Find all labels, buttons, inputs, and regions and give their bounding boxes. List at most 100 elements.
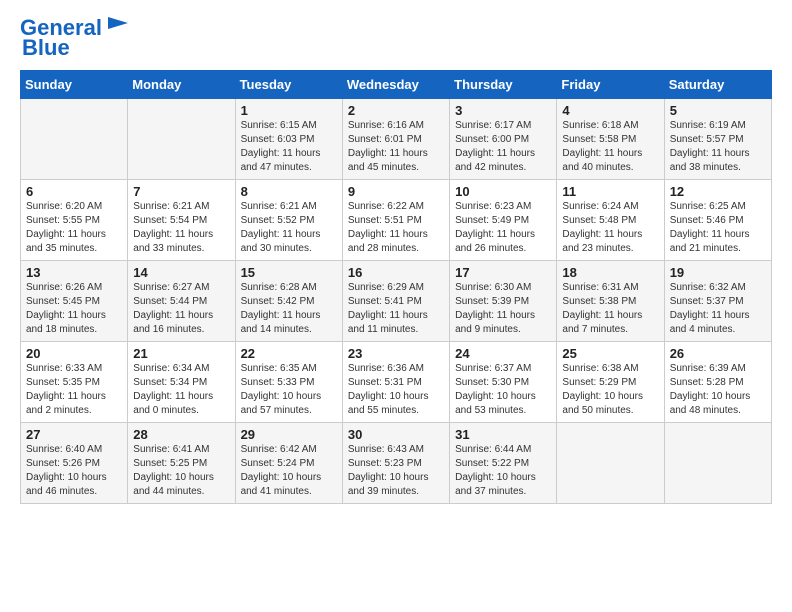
day-info: Sunrise: 6:25 AMSunset: 5:46 PMDaylight:… (670, 200, 766, 256)
day-number: 17 (455, 265, 551, 280)
calendar-cell: 15Sunrise: 6:28 AMSunset: 5:42 PMDayligh… (235, 261, 342, 342)
day-number: 29 (241, 427, 337, 442)
day-number: 9 (348, 184, 444, 199)
day-info: Sunrise: 6:24 AMSunset: 5:48 PMDaylight:… (562, 200, 658, 256)
day-info: Sunrise: 6:22 AMSunset: 5:51 PMDaylight:… (348, 200, 444, 256)
day-info: Sunrise: 6:37 AMSunset: 5:30 PMDaylight:… (455, 362, 551, 418)
calendar-cell (664, 423, 771, 504)
weekday-row: SundayMondayTuesdayWednesdayThursdayFrid… (21, 71, 772, 99)
day-number: 20 (26, 346, 122, 361)
calendar-cell: 9Sunrise: 6:22 AMSunset: 5:51 PMDaylight… (342, 180, 449, 261)
day-number: 2 (348, 103, 444, 118)
day-number: 19 (670, 265, 766, 280)
weekday-header-saturday: Saturday (664, 71, 771, 99)
calendar-cell: 28Sunrise: 6:41 AMSunset: 5:25 PMDayligh… (128, 423, 235, 504)
day-number: 28 (133, 427, 229, 442)
weekday-header-tuesday: Tuesday (235, 71, 342, 99)
day-number: 6 (26, 184, 122, 199)
calendar-cell: 22Sunrise: 6:35 AMSunset: 5:33 PMDayligh… (235, 342, 342, 423)
page: General Blue SundayMondayTuesdayWednesda… (0, 0, 792, 612)
calendar-cell: 17Sunrise: 6:30 AMSunset: 5:39 PMDayligh… (450, 261, 557, 342)
weekday-header-wednesday: Wednesday (342, 71, 449, 99)
calendar-cell: 12Sunrise: 6:25 AMSunset: 5:46 PMDayligh… (664, 180, 771, 261)
weekday-header-monday: Monday (128, 71, 235, 99)
calendar-cell: 19Sunrise: 6:32 AMSunset: 5:37 PMDayligh… (664, 261, 771, 342)
day-number: 10 (455, 184, 551, 199)
weekday-header-sunday: Sunday (21, 71, 128, 99)
day-number: 18 (562, 265, 658, 280)
calendar-body: 1Sunrise: 6:15 AMSunset: 6:03 PMDaylight… (21, 99, 772, 504)
day-info: Sunrise: 6:21 AMSunset: 5:52 PMDaylight:… (241, 200, 337, 256)
day-info: Sunrise: 6:42 AMSunset: 5:24 PMDaylight:… (241, 443, 337, 499)
day-number: 5 (670, 103, 766, 118)
logo-blue: Blue (22, 35, 70, 60)
day-info: Sunrise: 6:27 AMSunset: 5:44 PMDaylight:… (133, 281, 229, 337)
calendar-row-4: 27Sunrise: 6:40 AMSunset: 5:26 PMDayligh… (21, 423, 772, 504)
calendar-cell: 8Sunrise: 6:21 AMSunset: 5:52 PMDaylight… (235, 180, 342, 261)
day-info: Sunrise: 6:19 AMSunset: 5:57 PMDaylight:… (670, 119, 766, 175)
calendar-cell: 2Sunrise: 6:16 AMSunset: 6:01 PMDaylight… (342, 99, 449, 180)
calendar-cell (128, 99, 235, 180)
day-info: Sunrise: 6:28 AMSunset: 5:42 PMDaylight:… (241, 281, 337, 337)
calendar-cell: 4Sunrise: 6:18 AMSunset: 5:58 PMDaylight… (557, 99, 664, 180)
day-info: Sunrise: 6:17 AMSunset: 6:00 PMDaylight:… (455, 119, 551, 175)
day-number: 23 (348, 346, 444, 361)
calendar-row-0: 1Sunrise: 6:15 AMSunset: 6:03 PMDaylight… (21, 99, 772, 180)
calendar-cell: 11Sunrise: 6:24 AMSunset: 5:48 PMDayligh… (557, 180, 664, 261)
calendar-cell: 14Sunrise: 6:27 AMSunset: 5:44 PMDayligh… (128, 261, 235, 342)
logo-blue-text: Blue (22, 35, 70, 60)
calendar-cell: 24Sunrise: 6:37 AMSunset: 5:30 PMDayligh… (450, 342, 557, 423)
calendar-cell: 10Sunrise: 6:23 AMSunset: 5:49 PMDayligh… (450, 180, 557, 261)
day-number: 14 (133, 265, 229, 280)
calendar-cell: 3Sunrise: 6:17 AMSunset: 6:00 PMDaylight… (450, 99, 557, 180)
day-info: Sunrise: 6:23 AMSunset: 5:49 PMDaylight:… (455, 200, 551, 256)
day-info: Sunrise: 6:44 AMSunset: 5:22 PMDaylight:… (455, 443, 551, 499)
day-info: Sunrise: 6:18 AMSunset: 5:58 PMDaylight:… (562, 119, 658, 175)
weekday-header-friday: Friday (557, 71, 664, 99)
calendar-cell: 29Sunrise: 6:42 AMSunset: 5:24 PMDayligh… (235, 423, 342, 504)
day-info: Sunrise: 6:38 AMSunset: 5:29 PMDaylight:… (562, 362, 658, 418)
day-number: 3 (455, 103, 551, 118)
calendar-cell: 13Sunrise: 6:26 AMSunset: 5:45 PMDayligh… (21, 261, 128, 342)
calendar-cell: 30Sunrise: 6:43 AMSunset: 5:23 PMDayligh… (342, 423, 449, 504)
day-number: 24 (455, 346, 551, 361)
day-info: Sunrise: 6:34 AMSunset: 5:34 PMDaylight:… (133, 362, 229, 418)
weekday-header-thursday: Thursday (450, 71, 557, 99)
header: General Blue (20, 16, 772, 60)
day-number: 12 (670, 184, 766, 199)
day-info: Sunrise: 6:35 AMSunset: 5:33 PMDaylight:… (241, 362, 337, 418)
day-info: Sunrise: 6:20 AMSunset: 5:55 PMDaylight:… (26, 200, 122, 256)
day-number: 31 (455, 427, 551, 442)
day-number: 30 (348, 427, 444, 442)
day-info: Sunrise: 6:33 AMSunset: 5:35 PMDaylight:… (26, 362, 122, 418)
calendar-cell: 21Sunrise: 6:34 AMSunset: 5:34 PMDayligh… (128, 342, 235, 423)
day-info: Sunrise: 6:32 AMSunset: 5:37 PMDaylight:… (670, 281, 766, 337)
calendar-cell: 6Sunrise: 6:20 AMSunset: 5:55 PMDaylight… (21, 180, 128, 261)
day-info: Sunrise: 6:36 AMSunset: 5:31 PMDaylight:… (348, 362, 444, 418)
day-info: Sunrise: 6:41 AMSunset: 5:25 PMDaylight:… (133, 443, 229, 499)
day-number: 27 (26, 427, 122, 442)
day-info: Sunrise: 6:43 AMSunset: 5:23 PMDaylight:… (348, 443, 444, 499)
day-info: Sunrise: 6:16 AMSunset: 6:01 PMDaylight:… (348, 119, 444, 175)
day-info: Sunrise: 6:31 AMSunset: 5:38 PMDaylight:… (562, 281, 658, 337)
day-info: Sunrise: 6:40 AMSunset: 5:26 PMDaylight:… (26, 443, 122, 499)
calendar-row-2: 13Sunrise: 6:26 AMSunset: 5:45 PMDayligh… (21, 261, 772, 342)
calendar-cell: 27Sunrise: 6:40 AMSunset: 5:26 PMDayligh… (21, 423, 128, 504)
day-info: Sunrise: 6:29 AMSunset: 5:41 PMDaylight:… (348, 281, 444, 337)
calendar-cell: 1Sunrise: 6:15 AMSunset: 6:03 PMDaylight… (235, 99, 342, 180)
calendar-row-3: 20Sunrise: 6:33 AMSunset: 5:35 PMDayligh… (21, 342, 772, 423)
day-number: 16 (348, 265, 444, 280)
day-number: 13 (26, 265, 122, 280)
calendar-cell: 16Sunrise: 6:29 AMSunset: 5:41 PMDayligh… (342, 261, 449, 342)
logo: General Blue (20, 16, 132, 60)
calendar-cell (21, 99, 128, 180)
day-number: 25 (562, 346, 658, 361)
day-info: Sunrise: 6:39 AMSunset: 5:28 PMDaylight:… (670, 362, 766, 418)
calendar-cell: 25Sunrise: 6:38 AMSunset: 5:29 PMDayligh… (557, 342, 664, 423)
day-number: 15 (241, 265, 337, 280)
calendar-cell: 26Sunrise: 6:39 AMSunset: 5:28 PMDayligh… (664, 342, 771, 423)
day-number: 21 (133, 346, 229, 361)
day-info: Sunrise: 6:30 AMSunset: 5:39 PMDaylight:… (455, 281, 551, 337)
day-info: Sunrise: 6:21 AMSunset: 5:54 PMDaylight:… (133, 200, 229, 256)
calendar-cell: 18Sunrise: 6:31 AMSunset: 5:38 PMDayligh… (557, 261, 664, 342)
